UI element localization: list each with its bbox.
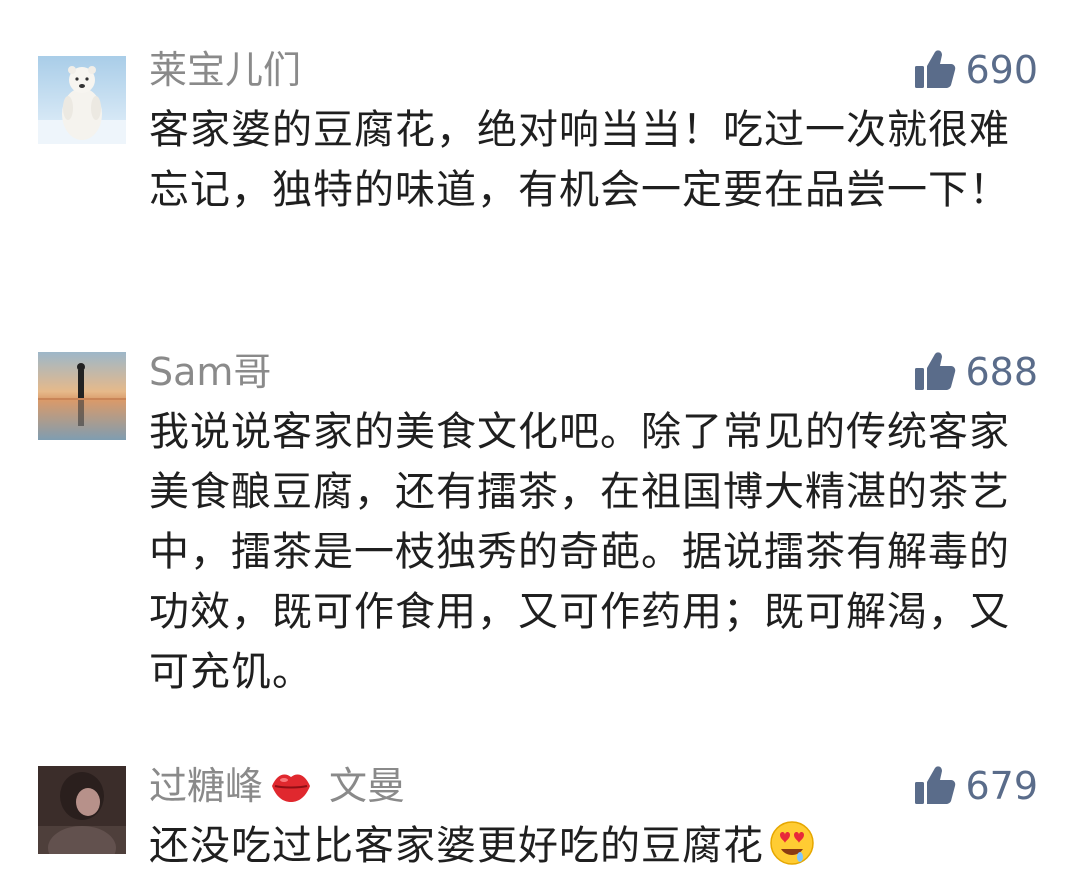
- polar-bear-avatar-icon: [38, 56, 126, 144]
- thumbs-up-icon: [915, 50, 956, 88]
- avatar[interactable]: [38, 352, 126, 440]
- photo-avatar-icon: [38, 766, 126, 854]
- comment-text-content: 还没吃过比客家婆更好吃的豆腐花: [149, 823, 764, 869]
- like-button[interactable]: 679: [913, 764, 1038, 808]
- thumbs-up-icon: [915, 352, 956, 390]
- lips-emoji-icon: [272, 774, 311, 802]
- author-label-suffix: 文曼: [329, 764, 406, 808]
- author-name[interactable]: Sam哥: [149, 350, 271, 394]
- comment-text: 我说说客家的美食文化吧。除了常见的传统客家美食酿豆腐，还有擂茶，在祖国博大精湛的…: [149, 409, 1010, 695]
- heart-eyes-drooling-emoji-icon: [770, 821, 814, 865]
- comment-text: 还没吃过比客家婆更好吃的豆腐花: [149, 816, 1029, 876]
- avatar[interactable]: [38, 56, 126, 144]
- author-label: Sam哥: [149, 350, 272, 394]
- comment-text: 客家婆的豆腐花，绝对响当当！吃过一次就很难忘记，独特的味道，有机会一定要在品尝一…: [149, 107, 1010, 213]
- author-name[interactable]: 过糖峰 文曼: [149, 764, 405, 808]
- like-button[interactable]: 690: [913, 48, 1038, 92]
- like-button[interactable]: 688: [913, 350, 1038, 394]
- avatar[interactable]: [38, 766, 126, 854]
- like-count: 688: [965, 350, 1038, 394]
- like-count: 679: [965, 764, 1038, 808]
- like-count: 690: [965, 48, 1038, 92]
- author-label: 过糖峰: [149, 764, 264, 808]
- sunset-silhouette-avatar-icon: [38, 352, 126, 440]
- author-name[interactable]: 莱宝儿们: [149, 48, 301, 92]
- author-label: 莱宝儿们: [149, 48, 302, 92]
- thumbs-up-icon: [915, 766, 956, 804]
